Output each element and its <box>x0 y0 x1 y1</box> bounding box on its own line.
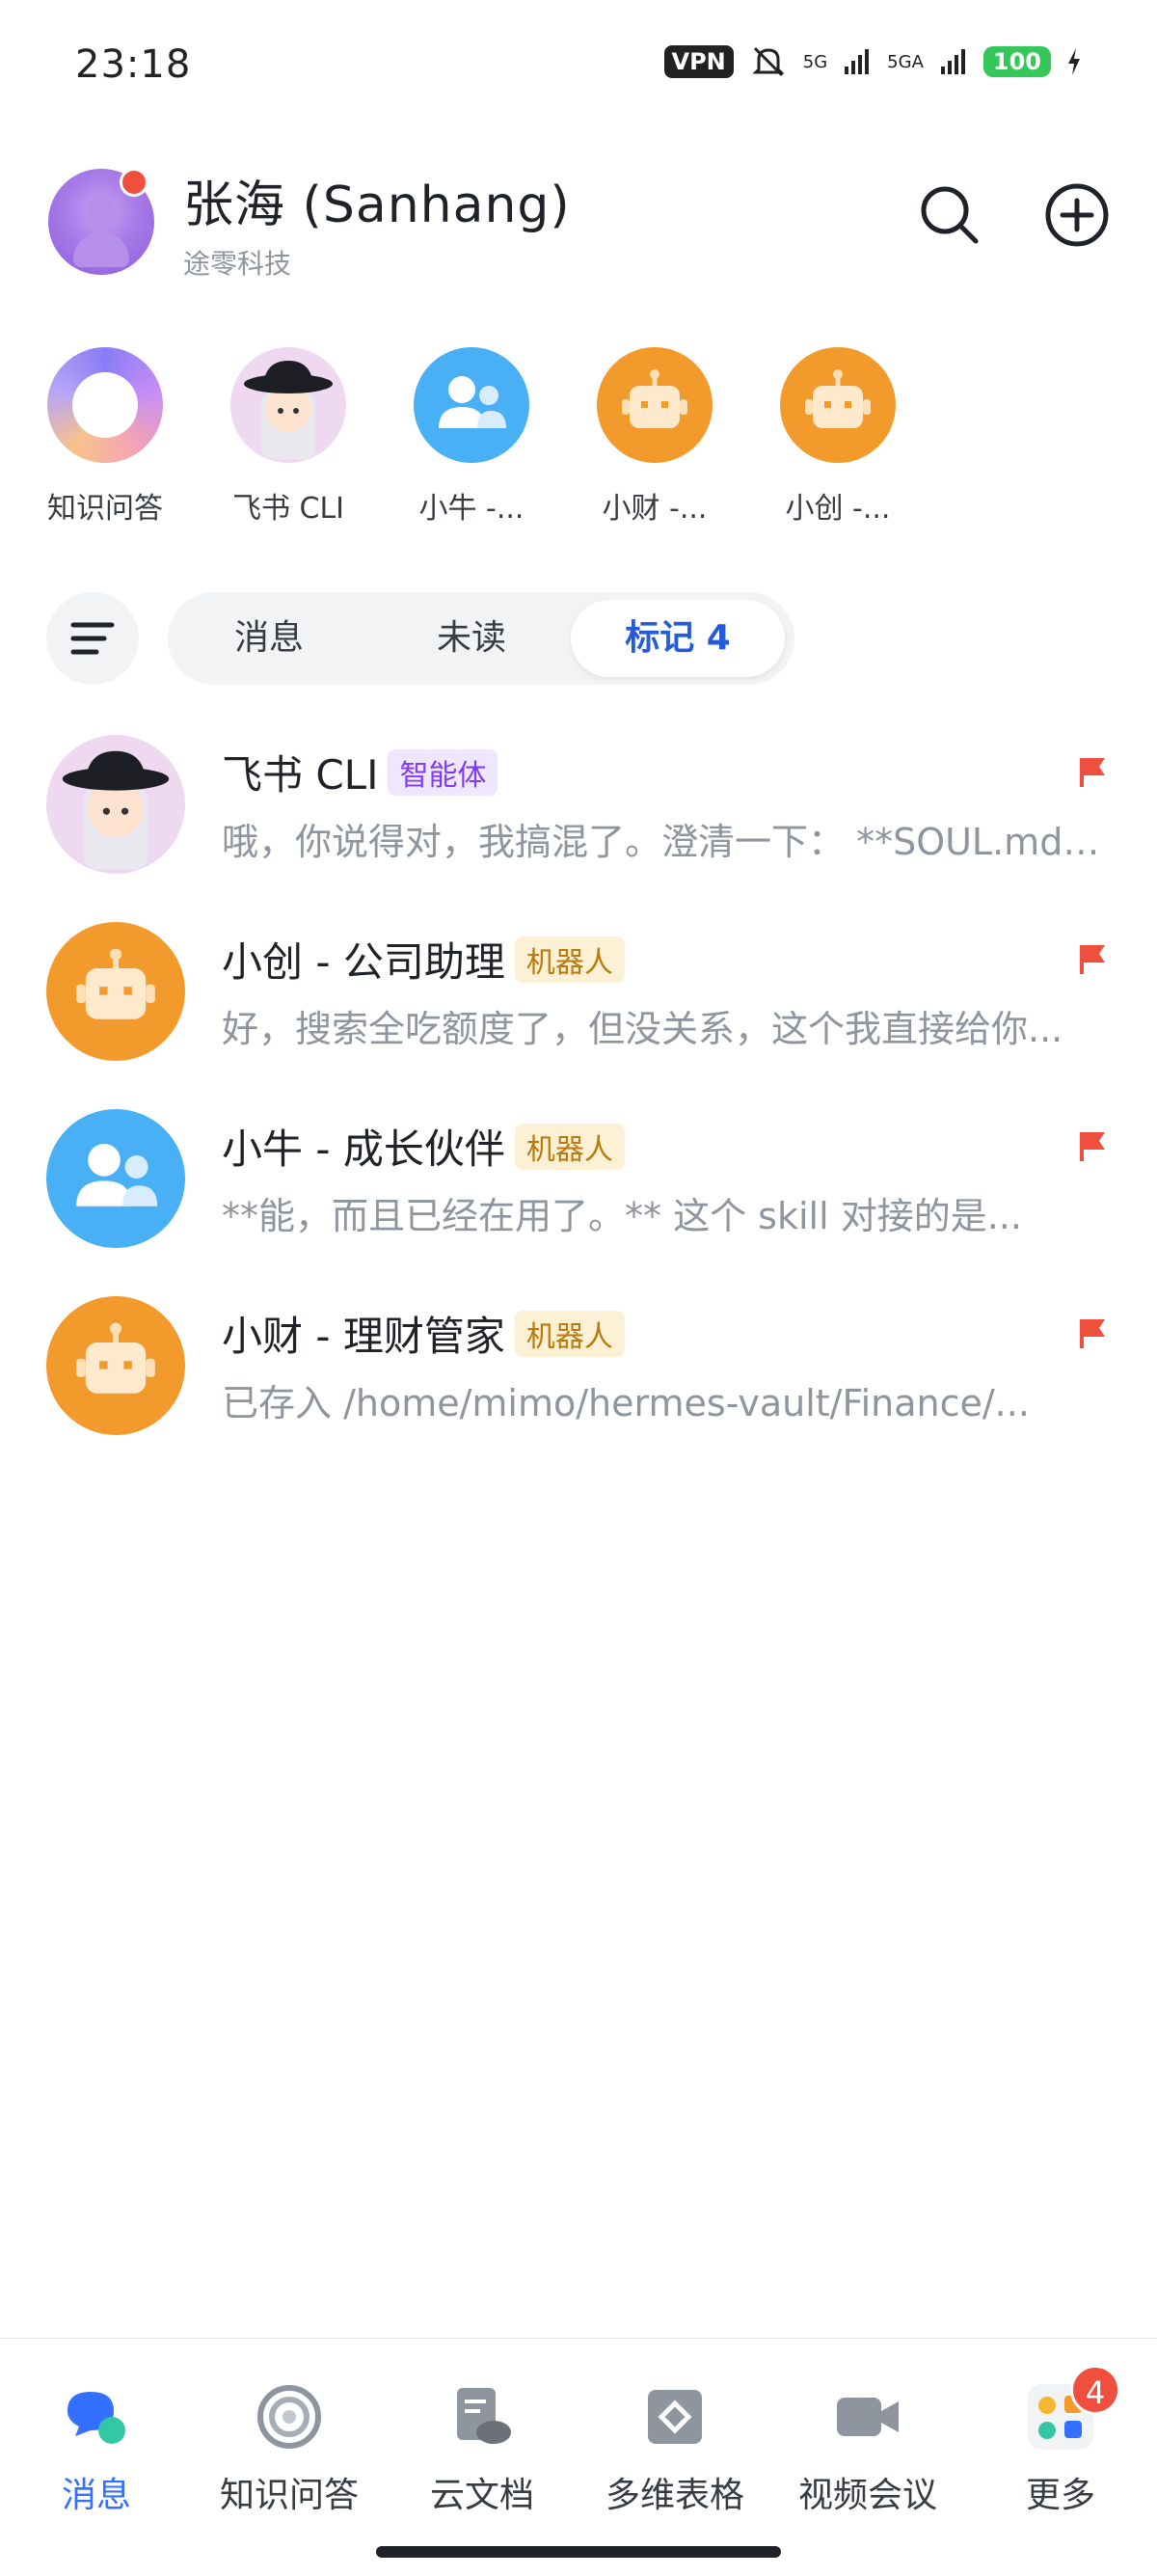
chat-preview: 已存入 /home/mimo/hermes-vault/Finance/... <box>222 1382 1030 1424</box>
shortcut-xiaocai[interactable]: 小财 -... <box>582 347 727 527</box>
flag-icon[interactable] <box>1076 754 1111 789</box>
nav-tab-video[interactable]: 视频会议 <box>771 2382 964 2517</box>
group-users-icon <box>414 347 529 463</box>
chat-row[interactable]: 小牛 - 成长伙伴 机器人 **能，而且已经在用了。** 这个 skill 对接的… <box>0 1090 1157 1275</box>
flag-icon[interactable] <box>1076 941 1111 976</box>
robot-icon <box>46 922 185 1061</box>
signal-5ga-icon: 5GA <box>887 51 924 72</box>
chat-row[interactable]: 小财 - 理财管家 机器人 已存入 /home/mimo/hermes-vault… <box>0 1277 1157 1462</box>
chat-preview: 好，搜索全吃额度了，但没关系，这个我直接给你... <box>222 1008 1063 1050</box>
signal-bars-icon <box>845 49 870 74</box>
nav-tab-docs[interactable]: 云文档 <box>386 2382 578 2517</box>
shortcut-label: 知识问答 <box>47 492 163 526</box>
nav-tab-label: 更多 <box>1025 2476 1095 2515</box>
signal-bars-2-icon <box>940 49 965 74</box>
home-indicator[interactable] <box>376 2546 781 2558</box>
shortcut-label: 小牛 -... <box>418 492 525 526</box>
chat-row[interactable]: 飞书 CLI 智能体 哦，你说得对，我搞混了。澄清一下： **SOUL.md** … <box>0 716 1157 901</box>
nav-tab-label: 云文档 <box>429 2476 534 2515</box>
chat-name: 飞书 CLI <box>222 751 379 799</box>
girl-avatar-icon <box>46 735 185 874</box>
flag-icon[interactable] <box>1076 1315 1111 1350</box>
search-icon[interactable] <box>916 181 983 249</box>
signal-5g-icon: 5G <box>802 51 828 72</box>
shortcut-label: 小创 -... <box>785 492 891 526</box>
status-dot <box>120 168 148 197</box>
robot-icon <box>597 347 713 463</box>
flag-icon[interactable] <box>1076 1128 1111 1163</box>
add-icon[interactable] <box>1043 181 1111 249</box>
message-filter-tabs: 消息 未读 标记 4 <box>168 592 794 685</box>
nav-tab-more[interactable]: 更多 <box>964 2382 1157 2517</box>
nav-tab-label: 消息 <box>61 2476 131 2515</box>
chat-title: 小创 - 公司助理 机器人 <box>222 930 625 989</box>
knowledge-ring-icon <box>47 347 163 463</box>
cloud-doc-icon <box>457 2388 511 2444</box>
chat-name: 小财 - 理财管家 <box>222 1313 505 1360</box>
chat-type-badge: 机器人 <box>514 1311 625 1357</box>
shortcut-xiaochuang[interactable]: 小创 -... <box>766 347 910 527</box>
shortcut-label: 小财 -... <box>602 492 708 526</box>
girl-avatar-icon <box>230 347 346 463</box>
chat-preview: **能，而且已经在用了。** 这个 skill 对接的是... <box>222 1195 1022 1237</box>
more-badge: 4 <box>1070 2365 1120 2415</box>
chat-title: 小财 - 理财管家 机器人 <box>222 1304 625 1363</box>
table-grid-icon <box>648 2390 702 2444</box>
group-users-icon <box>46 1109 185 1248</box>
chat-preview: 哦，你说得对，我搞混了。澄清一下： **SOUL.md** 是... <box>222 821 1109 863</box>
chat-title: 小牛 - 成长伙伴 机器人 <box>222 1117 625 1176</box>
nav-tab-label: 视频会议 <box>797 2476 937 2515</box>
nav-tab-bitable[interactable]: 多维表格 <box>578 2382 771 2517</box>
tab-messages[interactable]: 消息 <box>168 592 370 685</box>
tab-unread[interactable]: 未读 <box>370 592 573 685</box>
knowledge-swirl-icon <box>257 2385 321 2449</box>
chat-bubble-icon <box>67 2392 125 2444</box>
chat-name: 小牛 - 成长伙伴 <box>222 1125 505 1173</box>
nav-tab-messages[interactable]: 消息 <box>0 2382 193 2517</box>
user-name[interactable]: 张海 (Sanhang) <box>183 164 571 236</box>
status-bar: 23:18 VPN 5G 5GA 100 <box>0 0 1157 135</box>
robot-icon <box>46 1296 185 1435</box>
chat-type-badge: 智能体 <box>388 749 498 796</box>
shortcut-xiaoniu[interactable]: 小牛 -... <box>399 347 544 527</box>
charging-icon <box>1068 48 1080 75</box>
shortcut-feishu-cli[interactable]: 飞书 CLI <box>216 347 361 527</box>
status-time: 23:18 <box>75 42 192 87</box>
chat-title: 飞书 CLI 智能体 <box>222 743 498 801</box>
menu-lines-icon <box>70 622 115 655</box>
robot-icon <box>780 347 896 463</box>
filter-menu-button[interactable] <box>46 592 139 685</box>
shortcut-label: 飞书 CLI <box>231 492 345 526</box>
nav-tab-label: 多维表格 <box>605 2476 744 2515</box>
vpn-icon: VPN <box>663 45 734 78</box>
tab-flagged[interactable]: 标记 4 <box>571 592 785 685</box>
mute-bell-icon <box>752 46 785 77</box>
chat-row[interactable]: 小创 - 公司助理 机器人 好，搜索全吃额度了，但没关系，这个我直接给你... <box>0 903 1157 1088</box>
chat-type-badge: 机器人 <box>514 1124 625 1170</box>
status-icons: VPN 5G 5GA 100 <box>663 44 1082 79</box>
nav-tab-knowledge[interactable]: 知识问答 <box>193 2382 386 2517</box>
chat-name: 小创 - 公司助理 <box>222 938 505 986</box>
nav-tab-label: 知识问答 <box>219 2476 359 2515</box>
chat-type-badge: 机器人 <box>514 936 625 983</box>
org-name[interactable]: 途零科技 <box>183 243 291 282</box>
video-camera-icon <box>837 2398 899 2436</box>
battery-icon: 100 <box>982 46 1051 77</box>
shortcut-knowledge-qa[interactable]: 知识问答 <box>33 347 177 527</box>
